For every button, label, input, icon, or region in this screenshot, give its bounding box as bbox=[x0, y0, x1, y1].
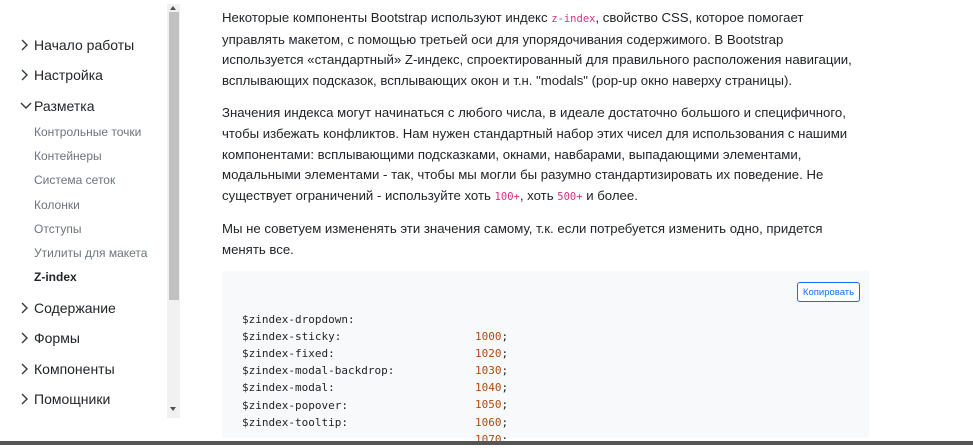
nav-group-content[interactable]: Содержание bbox=[20, 297, 116, 319]
inline-code: z-index bbox=[551, 13, 596, 25]
code-line: $zindex-tooltip: 1070; bbox=[242, 397, 542, 446]
sidebar-item-containers[interactable]: Контейнеры bbox=[34, 148, 102, 164]
nav-group-label: Формы bbox=[34, 330, 80, 346]
nav-group-label: Содержание bbox=[34, 300, 116, 316]
code-value: 1060 bbox=[475, 416, 502, 429]
text: и более. bbox=[582, 187, 638, 203]
sidebar-item-layout-utilities[interactable]: Утилиты для макета bbox=[34, 245, 147, 261]
nav-group-label: Помощники bbox=[34, 391, 111, 407]
paragraph-values: Значения индекса могут начинаться с любо… bbox=[222, 103, 868, 207]
nav-group-forms[interactable]: Формы bbox=[20, 327, 80, 349]
nav-group-label: Начало работы bbox=[34, 37, 135, 53]
sidebar-nav: Начало работы Настройка Разметка Контрол… bbox=[0, 0, 182, 420]
code-line: $zindex-fixed: 1030; bbox=[242, 328, 542, 377]
nav-group-label: Компоненты bbox=[34, 361, 115, 377]
code-value-wrap: 1070; bbox=[475, 433, 509, 446]
chevron-right-icon bbox=[20, 327, 32, 349]
text: Некоторые компоненты Bootstrap использую… bbox=[222, 10, 552, 25]
sidebar-item-gutters[interactable]: Отступы bbox=[34, 221, 81, 237]
nav-group-label: Разметка bbox=[34, 98, 95, 114]
code-line: $zindex-dropdown: 1000; bbox=[242, 294, 542, 343]
scroll-up-arrow-icon[interactable] bbox=[170, 6, 176, 10]
scroll-down-arrow-icon[interactable] bbox=[170, 407, 176, 411]
nav-group-getting-started[interactable]: Начало работы bbox=[20, 34, 134, 56]
sidebar-item-grid[interactable]: Система сеток bbox=[34, 172, 115, 188]
chevron-right-icon bbox=[20, 34, 32, 56]
nav-group-helpers[interactable]: Помощники bbox=[20, 388, 110, 410]
window-bottom-edge bbox=[0, 441, 973, 445]
sidebar-scrollbar-thumb[interactable] bbox=[169, 12, 179, 300]
text: , хоть bbox=[519, 187, 558, 203]
inline-code: 100+ bbox=[494, 190, 520, 203]
chevron-right-icon bbox=[20, 358, 32, 380]
nav-group-customize[interactable]: Настройка bbox=[20, 64, 103, 86]
code-line: $zindex-sticky: 1020; bbox=[242, 311, 542, 360]
nav-group-components[interactable]: Компоненты bbox=[20, 358, 115, 380]
code-line: $zindex-modal-backdrop: 1040; bbox=[242, 345, 542, 394]
main-content: Некоторые компоненты Bootstrap использую… bbox=[222, 8, 868, 273]
inline-code: 500+ bbox=[557, 190, 583, 203]
code-line: $zindex-modal: 1050; bbox=[242, 362, 542, 411]
paragraph-advice: Мы не советуем измененять эти значения с… bbox=[222, 221, 823, 257]
chevron-right-icon bbox=[20, 297, 32, 319]
chevron-right-icon bbox=[20, 64, 32, 86]
sidebar-item-columns[interactable]: Колонки bbox=[34, 197, 80, 213]
nav-group-layout[interactable]: Разметка bbox=[20, 95, 95, 117]
copy-button[interactable]: Копировать bbox=[797, 282, 860, 302]
chevron-down-icon bbox=[20, 95, 32, 117]
code-variable: $zindex-tooltip: bbox=[242, 416, 348, 429]
sidebar-item-z-index[interactable]: Z-index bbox=[34, 269, 77, 285]
sidebar-item-breakpoints[interactable]: Контрольные точки bbox=[34, 124, 141, 140]
nav-group-label: Настройка bbox=[34, 67, 103, 83]
code-line: $zindex-popover: 1060; bbox=[242, 380, 542, 429]
code-value-wrap: 1060; bbox=[475, 416, 509, 429]
chevron-right-icon bbox=[20, 388, 32, 410]
paragraph-intro: Некоторые компоненты Bootstrap использую… bbox=[222, 8, 868, 91]
